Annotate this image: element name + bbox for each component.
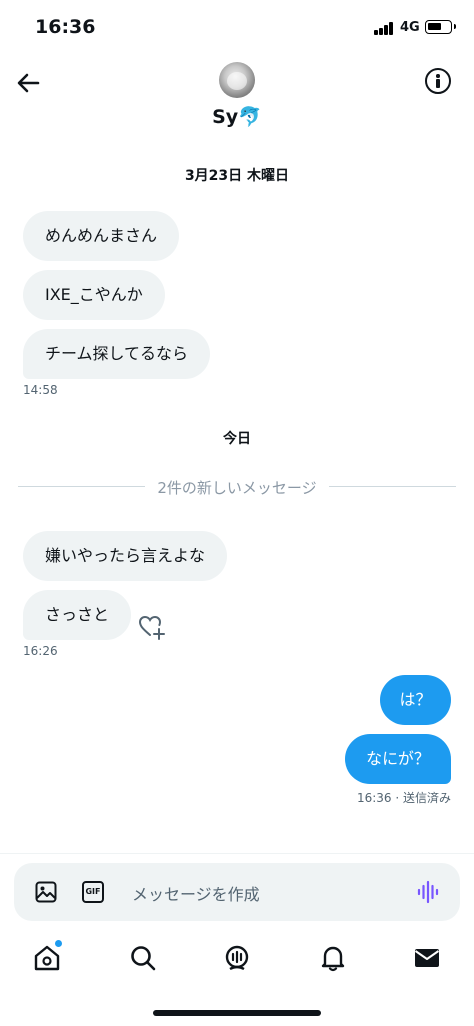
heart-plus-icon	[138, 615, 165, 640]
voice-message-button[interactable]	[416, 880, 440, 904]
search-icon	[131, 946, 156, 971]
image-button[interactable]	[35, 881, 57, 903]
message-time: 16:26	[23, 644, 58, 658]
message-input[interactable]: メッセージを作成	[132, 881, 260, 905]
status-bar: 16:36 4G	[0, 0, 474, 56]
nav-home[interactable]	[32, 940, 62, 973]
unread-divider-label: 2件の新しいメッセージ	[145, 479, 329, 497]
back-button[interactable]	[14, 68, 44, 98]
gif-icon: GIF	[85, 887, 101, 896]
voice-icon	[417, 880, 439, 904]
message-composer[interactable]: GIF メッセージを作成	[14, 863, 460, 921]
message-bubble[interactable]: は？	[380, 675, 451, 725]
sent-status: 16:36 · 送信済み	[356, 791, 451, 805]
message-bubble[interactable]: さっさと	[23, 590, 132, 640]
mail-icon	[414, 949, 440, 967]
message-bubble[interactable]: なにが？	[345, 734, 451, 784]
signal-icon	[374, 22, 394, 35]
status-time: 16:36	[35, 16, 96, 38]
bottom-navigation	[0, 935, 474, 985]
notification-dot	[55, 940, 62, 947]
battery-icon	[425, 20, 456, 34]
info-icon	[436, 74, 440, 78]
info-button[interactable]	[425, 68, 451, 94]
nav-spaces[interactable]	[222, 943, 252, 973]
spaces-icon	[225, 945, 249, 971]
date-separator: 3月23日 木曜日	[184, 168, 290, 184]
message-bubble[interactable]: めんめんまさん	[23, 211, 180, 261]
nav-notifications[interactable]	[318, 943, 348, 973]
home-indicator	[153, 1010, 321, 1016]
back-arrow-icon	[17, 73, 40, 93]
nav-messages[interactable]	[412, 943, 442, 973]
divider	[0, 853, 474, 854]
message-bubble[interactable]: 嫌いやったら言えよな	[23, 531, 228, 581]
conversation-header: Sy🐬	[0, 56, 474, 141]
date-separator: 今日	[223, 431, 251, 447]
image-icon	[35, 881, 57, 903]
gif-button[interactable]: GIF	[82, 881, 104, 903]
message-time: 14:58	[23, 383, 58, 397]
avatar[interactable]	[219, 62, 255, 98]
network-type: 4G	[400, 20, 420, 35]
message-bubble[interactable]: IXE_こやんか	[23, 270, 165, 320]
message-bubble[interactable]: チーム探してるなら	[23, 329, 211, 379]
contact-name[interactable]: Sy🐬	[0, 105, 474, 128]
home-icon	[34, 945, 60, 971]
add-reaction-button[interactable]	[138, 614, 166, 640]
bell-icon	[321, 946, 345, 972]
unread-divider: 2件の新しいメッセージ	[18, 476, 456, 497]
nav-search[interactable]	[128, 943, 158, 973]
